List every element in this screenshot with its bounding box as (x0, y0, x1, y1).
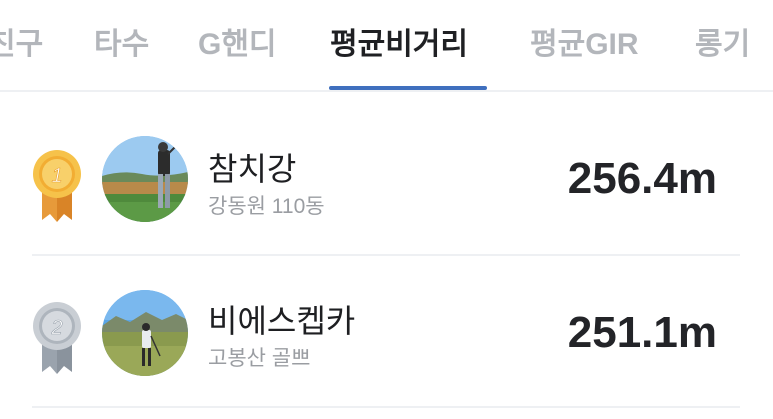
gold-medal-icon: 1 (28, 146, 86, 226)
player-location: 고봉산 골쁘 (208, 347, 311, 370)
tab-average-gir[interactable]: 평균GIR (530, 20, 639, 70)
player-location: 강동원 110동 (208, 195, 325, 218)
tab-friends[interactable]: 친구 (0, 20, 43, 70)
medal-rank-text: 2 (50, 317, 62, 339)
average-distance-value: 256.4m (567, 154, 717, 203)
tab-g-handicap[interactable]: G핸디 (198, 20, 277, 70)
silver-medal-icon: 2 (28, 298, 86, 378)
ranking-row[interactable]: 1 참치강 강동원 110동 256.4m (0, 94, 773, 246)
average-distance-value: 251.1m (567, 308, 717, 357)
tab-average-distance[interactable]: 평균비거리 (330, 20, 468, 70)
active-tab-indicator (329, 86, 487, 90)
ranking-row[interactable]: 2 비에스켑카 고봉산 골쁘 251.1m (0, 254, 773, 406)
tab-bar: 친구 타수 G핸디 평균비거리 평균GIR 롱기 (0, 0, 773, 92)
tab-strokes[interactable]: 타수 (94, 20, 149, 70)
player-name: 참치강 (208, 151, 297, 187)
avatar (102, 136, 188, 222)
player-name: 비에스켑카 (208, 303, 356, 339)
medal-rank-text: 1 (51, 165, 62, 187)
avatar (102, 290, 188, 376)
tab-longest[interactable]: 롱기 (695, 20, 750, 70)
divider (32, 406, 740, 408)
